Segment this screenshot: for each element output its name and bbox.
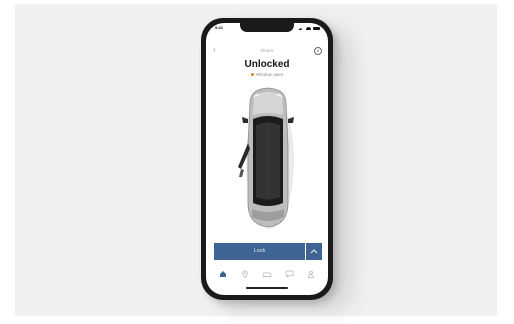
lock-status-title: Unlocked	[244, 59, 290, 70]
tab-messages[interactable]	[284, 269, 294, 279]
warning-dot-icon	[250, 73, 254, 77]
expand-button[interactable]	[306, 243, 322, 260]
car-icon	[262, 272, 272, 278]
header-label: Doors	[260, 48, 273, 53]
status-time: 9:41	[215, 25, 224, 30]
lock-status-subtitle: Window open	[206, 72, 328, 77]
battery-icon	[313, 27, 320, 30]
tab-home[interactable]	[218, 269, 228, 279]
tab-map[interactable]	[240, 269, 250, 279]
chevron-up-icon	[310, 249, 318, 254]
phone-frame: 9:41 ‹ Doors i Unlocked Window open Lock	[201, 18, 333, 300]
car-top-view	[238, 87, 294, 229]
window-status-text: Window open	[255, 72, 284, 77]
phone-screen: 9:41 ‹ Doors i Unlocked Window open Lock	[206, 23, 328, 295]
tab-car[interactable]	[262, 269, 272, 279]
home-indicator[interactable]	[246, 287, 288, 289]
wifi-icon	[306, 27, 311, 30]
home-icon	[220, 271, 226, 277]
profile-icon	[307, 270, 315, 278]
tab-profile[interactable]	[306, 269, 316, 279]
tab-bar	[206, 267, 328, 281]
location-pin-icon	[242, 270, 248, 278]
lock-button[interactable]: Lock	[214, 243, 305, 260]
signal-icon	[298, 26, 304, 30]
status-icons	[298, 26, 320, 30]
phone-notch	[240, 23, 294, 32]
message-icon	[285, 270, 293, 278]
info-icon[interactable]: i	[314, 47, 322, 55]
